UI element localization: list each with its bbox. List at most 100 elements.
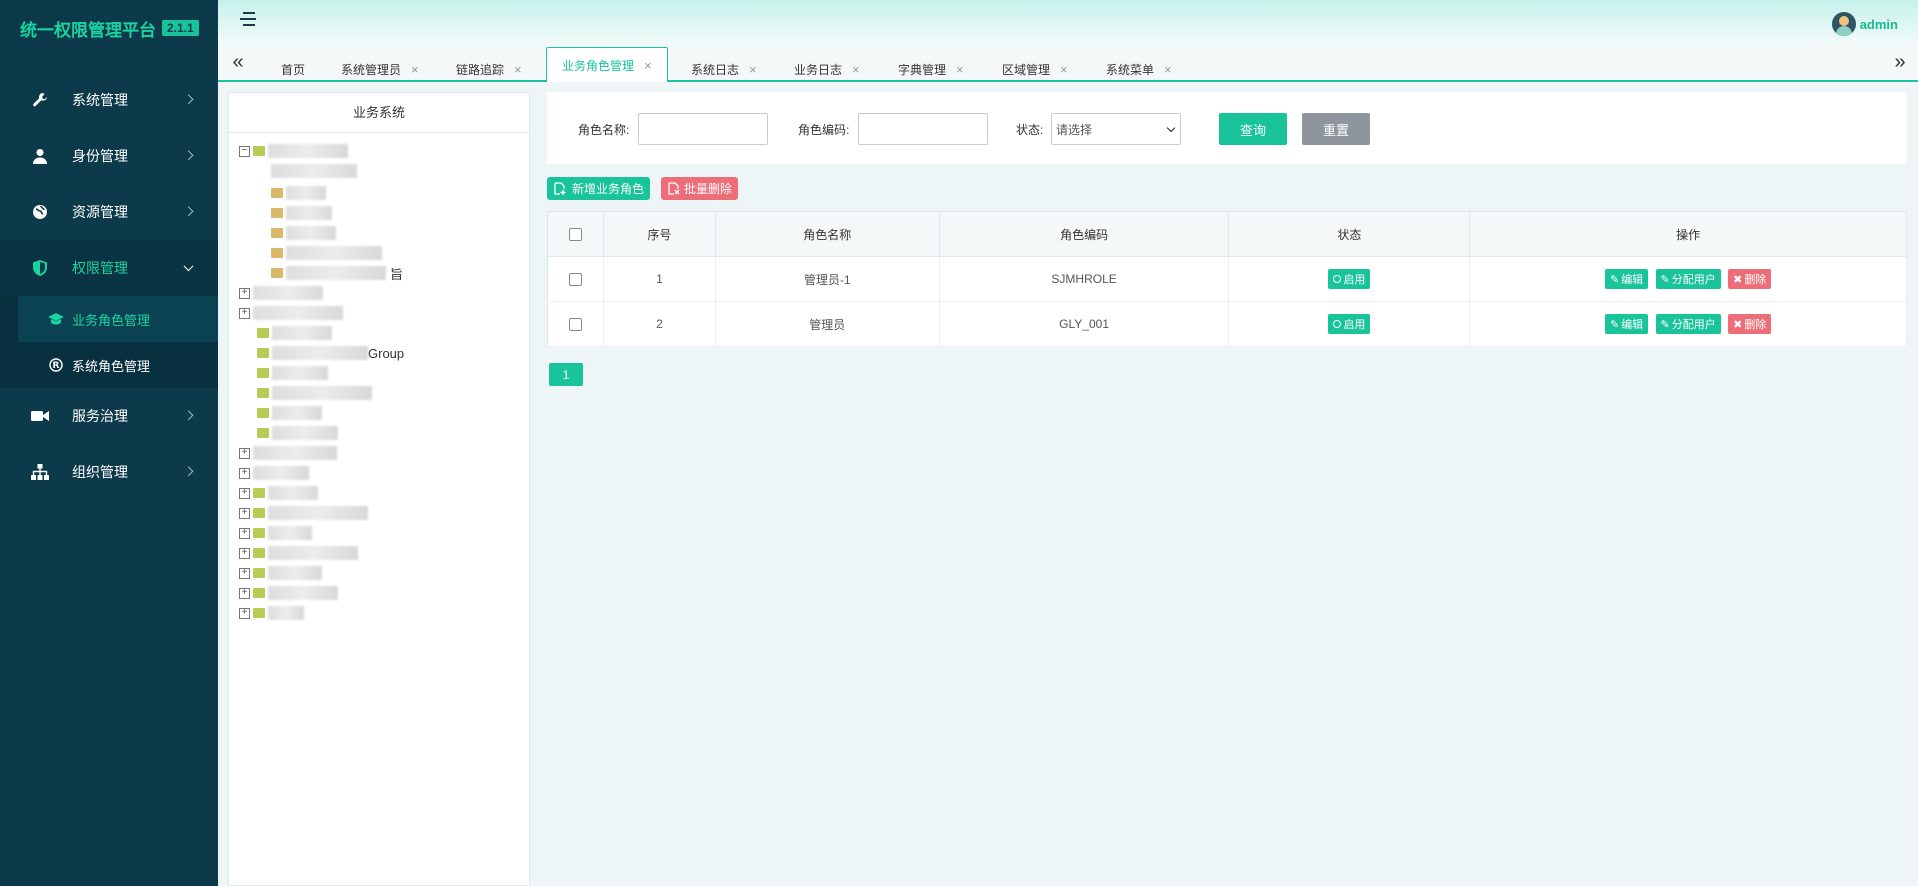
add-business-role-button[interactable]: 新增业务角色: [547, 177, 651, 200]
sidebar-item-organization-management[interactable]: 组织管理: [0, 444, 218, 500]
tree-node[interactable]: +: [239, 485, 318, 501]
assign-users-button[interactable]: ✎ 分配用户: [1655, 314, 1721, 334]
tree-node[interactable]: +: [239, 545, 358, 561]
expand-icon[interactable]: +: [239, 487, 250, 499]
tab-home[interactable]: 首页: [281, 56, 305, 82]
tree-node[interactable]: +: [239, 585, 338, 601]
delete-button[interactable]: ✖ 删除: [1728, 269, 1772, 289]
sidebar-subitem-business-role[interactable]: 业务角色管理: [18, 296, 218, 342]
tree-node[interactable]: [271, 163, 357, 179]
batch-delete-button[interactable]: 批量删除: [661, 177, 739, 200]
column-header[interactable]: 序号: [603, 211, 716, 257]
tree-node[interactable]: +: [239, 305, 343, 321]
user-menu[interactable]: admin: [1831, 12, 1898, 36]
close-icon[interactable]: ×: [1060, 62, 1068, 77]
expand-icon[interactable]: +: [239, 587, 250, 599]
tree-node-label: Group: [368, 345, 405, 361]
query-button[interactable]: 查询: [1219, 113, 1287, 145]
tree-node[interactable]: +: [239, 465, 309, 481]
collapse-icon[interactable]: −: [239, 145, 250, 157]
tab-trace[interactable]: 链路追踪 ×: [456, 56, 522, 82]
expand-icon[interactable]: +: [239, 527, 250, 539]
column-header[interactable]: 状态: [1228, 211, 1471, 257]
hamburger-menu-icon[interactable]: [240, 12, 258, 28]
status-badge[interactable]: 启用: [1328, 314, 1371, 334]
tree-node[interactable]: −: [239, 143, 348, 159]
tree-node[interactable]: 旨: [271, 265, 403, 282]
tree-node[interactable]: [271, 185, 326, 201]
sidebar-item-system-management[interactable]: 系统管理: [0, 72, 218, 128]
tree-node[interactable]: [271, 245, 382, 261]
row-checkbox[interactable]: [568, 273, 582, 287]
tabs-scroll-left-icon[interactable]: «: [228, 52, 248, 74]
tree-node[interactable]: [257, 325, 332, 341]
tab-region[interactable]: 区域管理 ×: [1002, 56, 1068, 82]
folder-icon: [257, 388, 269, 398]
tree-node[interactable]: +: [239, 565, 322, 581]
role-code-input[interactable]: [858, 113, 988, 145]
tab-business-role[interactable]: 业务角色管理 ×: [546, 47, 668, 82]
expand-icon[interactable]: +: [239, 447, 250, 459]
reset-button[interactable]: 重置: [1302, 113, 1370, 145]
tab-system-menu[interactable]: 系统菜单 ×: [1106, 56, 1172, 82]
folder-icon: [271, 248, 283, 258]
tree-node[interactable]: +: [239, 445, 337, 461]
close-icon: ✖: [1733, 273, 1743, 286]
tabs-scroll-right-icon[interactable]: »: [1890, 52, 1910, 74]
chevron-down-icon: [1166, 123, 1176, 133]
expand-icon[interactable]: +: [239, 287, 250, 299]
tree-node-label-redacted: [286, 226, 336, 240]
sidebar-item-resource-management[interactable]: 资源管理: [0, 184, 218, 240]
tree-node[interactable]: [271, 205, 332, 221]
expand-icon[interactable]: +: [239, 607, 250, 619]
tree-node[interactable]: +: [239, 605, 304, 621]
expand-icon[interactable]: +: [239, 307, 250, 319]
tree-node[interactable]: Group: [257, 345, 404, 361]
close-icon[interactable]: ×: [1164, 62, 1172, 77]
sidebar-item-identity-management[interactable]: 身份管理: [0, 128, 218, 184]
expand-icon[interactable]: +: [239, 567, 250, 579]
tree-node[interactable]: [271, 225, 336, 241]
pagination-page-button[interactable]: 1: [549, 363, 583, 386]
sidebar-subitem-system-role[interactable]: R 系统角色管理: [0, 342, 218, 388]
close-icon[interactable]: ×: [852, 62, 860, 77]
status-select[interactable]: 请选择: [1051, 113, 1181, 145]
status-badge[interactable]: 启用: [1328, 269, 1371, 289]
close-icon[interactable]: ×: [411, 62, 419, 77]
tab-system-admin[interactable]: 系统管理员 ×: [341, 56, 419, 82]
edit-button[interactable]: ✎ 编辑: [1604, 314, 1649, 334]
edit-button[interactable]: ✎ 编辑: [1604, 269, 1649, 289]
tree-node-label-redacted: [253, 466, 309, 480]
expand-icon[interactable]: +: [239, 507, 250, 519]
tree-node[interactable]: +: [239, 525, 312, 541]
expand-icon[interactable]: +: [239, 547, 250, 559]
close-icon[interactable]: ×: [956, 62, 964, 77]
tree-node[interactable]: [257, 425, 338, 441]
row-role-name: 管理员: [715, 301, 940, 347]
tree-node[interactable]: [257, 365, 328, 381]
expand-icon[interactable]: +: [239, 467, 250, 479]
add-business-role-label: 新增业务角色: [572, 182, 645, 196]
close-icon[interactable]: ×: [749, 62, 757, 77]
delete-button[interactable]: ✖ 删除: [1728, 314, 1772, 334]
sidebar-item-permission-management[interactable]: 权限管理: [0, 240, 218, 296]
tab-system-log[interactable]: 系统日志 ×: [691, 56, 757, 82]
row-checkbox[interactable]: [568, 318, 582, 332]
tree-node[interactable]: [257, 405, 322, 421]
tab-business-log[interactable]: 业务日志 ×: [794, 56, 860, 82]
column-header[interactable]: 角色编码: [939, 211, 1230, 257]
sidebar-item-service-governance[interactable]: 服务治理: [0, 388, 218, 444]
select-all-checkbox[interactable]: [568, 228, 582, 242]
folder-icon: [253, 588, 265, 598]
tree-node[interactable]: +: [239, 285, 323, 301]
tree-node[interactable]: +: [239, 505, 368, 521]
close-icon[interactable]: ×: [514, 62, 522, 77]
delete-label: 删除: [1744, 274, 1767, 286]
role-name-input[interactable]: [638, 113, 768, 145]
close-icon[interactable]: ×: [644, 58, 652, 73]
tab-dictionary[interactable]: 字典管理 ×: [898, 56, 964, 82]
tree-node[interactable]: [257, 385, 372, 401]
column-header[interactable]: 角色名称: [715, 211, 940, 257]
assign-users-button[interactable]: ✎ 分配用户: [1655, 269, 1721, 289]
tree-node-label-redacted: [286, 246, 382, 260]
